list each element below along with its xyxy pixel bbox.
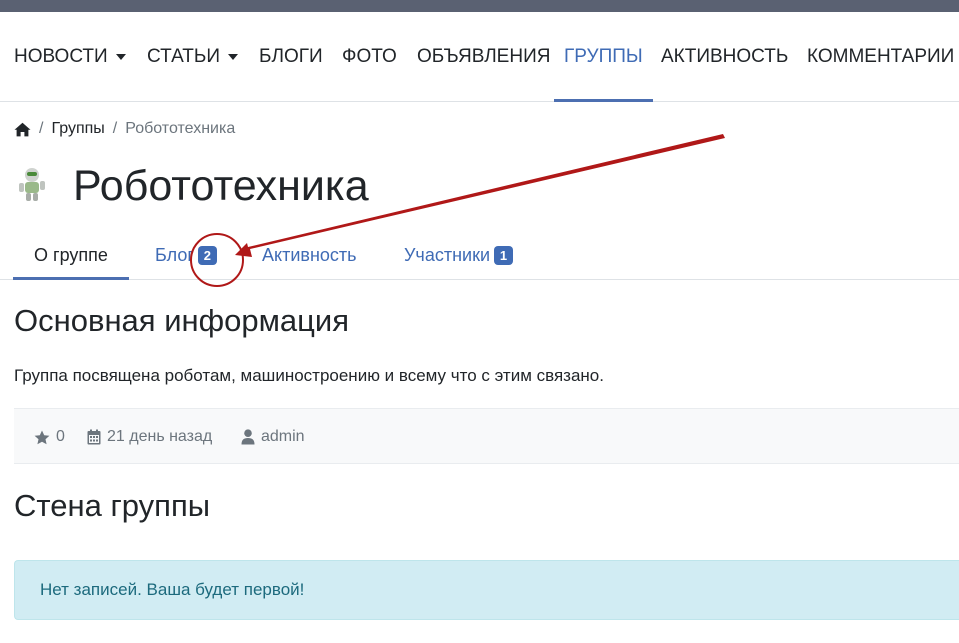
nav-item-photo[interactable]: ФОТО bbox=[342, 12, 397, 101]
nav-item-news[interactable]: НОВОСТИ bbox=[14, 12, 126, 101]
nav-item-comments[interactable]: КОММЕНТАРИИ bbox=[807, 12, 954, 101]
rating-meta: 0 bbox=[34, 409, 65, 465]
tab-members[interactable]: Участники 1 bbox=[404, 232, 513, 279]
breadcrumb: / Группы / Робототехника bbox=[14, 119, 235, 139]
count-badge: 1 bbox=[494, 246, 513, 265]
breadcrumb-separator: / bbox=[39, 120, 44, 137]
nav-item-ads[interactable]: ОБЪЯВЛЕНИЯ bbox=[417, 12, 550, 101]
nav-item-articles[interactable]: СТАТЬИ bbox=[147, 12, 238, 101]
nav-item-groups[interactable]: ГРУППЫ bbox=[554, 12, 653, 102]
count-badge: 2 bbox=[197, 246, 217, 265]
wall-heading: Стена группы bbox=[14, 488, 211, 523]
tab-label: Активность bbox=[262, 245, 357, 265]
breadcrumb-current: Робототехника bbox=[125, 120, 236, 137]
home-icon[interactable] bbox=[14, 122, 31, 137]
tab-activity[interactable]: Активность bbox=[262, 232, 357, 279]
tab-label: Блог bbox=[155, 245, 194, 265]
nav-item-label: СТАТЬИ bbox=[147, 45, 220, 67]
calendar-icon bbox=[87, 429, 101, 445]
empty-wall-alert: Нет записей. Ваша будет первой! bbox=[14, 560, 959, 620]
user-icon bbox=[241, 429, 255, 445]
breadcrumb-separator: / bbox=[112, 120, 118, 137]
nav-item-label: НОВОСТИ bbox=[14, 45, 108, 67]
nav-item-blogs[interactable]: БЛОГИ bbox=[259, 12, 323, 101]
tab-blog[interactable]: Блог 2 bbox=[155, 232, 217, 279]
robot-logo bbox=[19, 168, 45, 201]
star-icon bbox=[34, 430, 50, 444]
info-heading: Основная информация bbox=[14, 303, 350, 338]
chevron-down-icon bbox=[228, 53, 238, 60]
author-meta: admin bbox=[241, 409, 305, 465]
group-tabs: О группе Блог 2 Активность Участники 1 bbox=[0, 232, 959, 280]
breadcrumb-groups-link[interactable]: Группы bbox=[51, 120, 104, 138]
top-strip bbox=[0, 0, 959, 12]
page-title: Робототехника bbox=[73, 162, 369, 210]
meta-bar: 0 21 день назад admin bbox=[14, 408, 959, 464]
date-meta: 21 день назад bbox=[87, 409, 212, 465]
tab-label: Участники bbox=[404, 245, 490, 265]
post-date: 21 день назад bbox=[107, 428, 213, 445]
tab-about[interactable]: О группе bbox=[13, 232, 129, 280]
chevron-down-icon bbox=[115, 53, 126, 60]
rating-value: 0 bbox=[56, 428, 65, 445]
tab-label: О группе bbox=[34, 245, 108, 265]
nav-item-activity[interactable]: АКТИВНОСТЬ bbox=[661, 12, 788, 101]
main-nav: НОВОСТИ СТАТЬИ БЛОГИ ФОТО ОБЪЯВЛЕНИЯ ГРУ… bbox=[0, 12, 959, 102]
group-description: Группа посвящена роботам, машиностроению… bbox=[14, 366, 604, 385]
author-link[interactable]: admin bbox=[261, 428, 305, 446]
